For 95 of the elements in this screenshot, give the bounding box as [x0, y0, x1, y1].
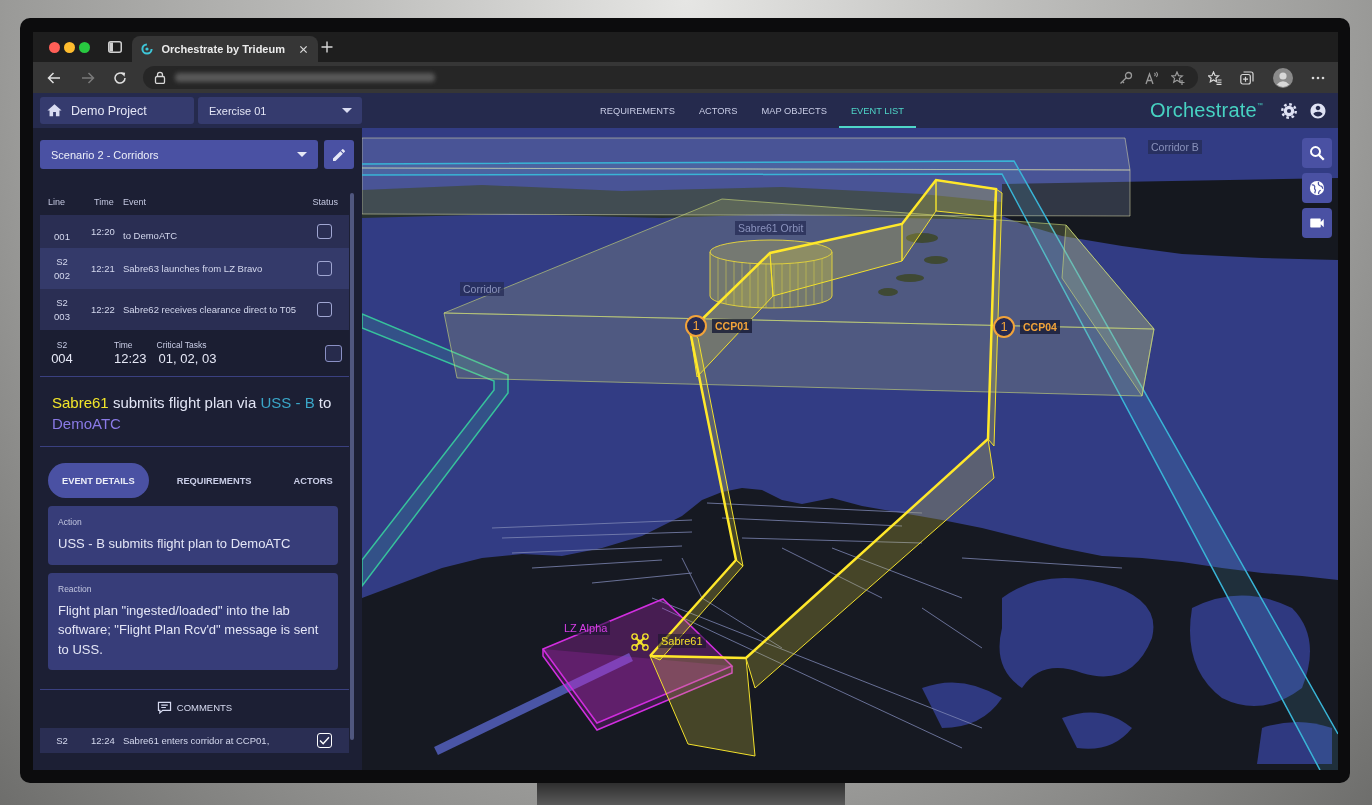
pencil-icon	[331, 146, 347, 163]
nav-tab[interactable]: ACTORS	[686, 93, 750, 128]
detail-tab[interactable]: ACTORS	[279, 463, 346, 498]
app-logo: Orchestrate$^{™}$	[1150, 99, 1263, 122]
detail-tab[interactable]: EVENT DETAILS	[48, 463, 149, 498]
map-area-label: Sabre61 Orbit	[735, 221, 807, 235]
add-favorite-icon[interactable]	[1171, 70, 1185, 85]
globe-icon	[1308, 179, 1326, 197]
nav-tab[interactable]: MAP OBJECTS	[749, 93, 839, 128]
lock-icon	[154, 71, 166, 84]
status-checkbox[interactable]	[317, 302, 332, 317]
event-text: Sabre61 enters corridor at CCP01,	[123, 734, 271, 747]
event-row[interactable]: S2 003 12:22 Sabre62 receives clearance direct to T05	[40, 289, 349, 330]
scenario-code: S2	[56, 339, 68, 351]
maximize-window-icon[interactable]	[78, 41, 90, 53]
edit-button[interactable]	[324, 140, 354, 169]
home-icon	[46, 102, 63, 119]
event-time: 12:22	[90, 304, 116, 315]
field-label: Action	[58, 516, 83, 528]
status-checkbox[interactable]	[325, 344, 342, 362]
status-checkbox[interactable]	[317, 261, 332, 276]
line-number: 004	[51, 350, 73, 367]
aircraft-label: Sabre61	[658, 634, 706, 648]
tab-title: Orchestrate by Trideum	[161, 43, 285, 55]
minimize-window-icon[interactable]	[63, 41, 75, 53]
sidebar-toggle-icon[interactable]	[107, 41, 122, 53]
map-globe-button[interactable]	[1302, 173, 1332, 203]
event-text: to DemoATC	[123, 230, 179, 243]
column-header: Line	[48, 197, 66, 207]
event-time: 12:20	[90, 226, 116, 237]
detail-tab[interactable]: REQUIREMENTS	[162, 463, 266, 498]
event-row[interactable]: 001 12:20 to DemoATC	[40, 215, 349, 248]
forward-icon[interactable]	[81, 70, 95, 85]
comments-button[interactable]: COMMENTS	[40, 689, 349, 724]
row-field-label: Time	[114, 339, 134, 351]
column-header: Event	[123, 197, 147, 207]
field-value: Flight plan "ingested/loaded" into the lab software; "Flight Plan Rcv'd" message is sent to USS.	[58, 601, 320, 659]
read-aloud-icon[interactable]	[1145, 70, 1159, 85]
favorites-icon[interactable]	[1208, 70, 1222, 85]
row-field-value: 12:23	[114, 350, 147, 367]
event-time: 12:24	[90, 735, 116, 746]
caret-icon	[342, 108, 352, 113]
waypoint-marker[interactable]: 1	[993, 316, 1015, 338]
line-number: S2	[55, 733, 69, 748]
exercise-dropdown[interactable]: Exercise 01	[198, 97, 362, 124]
event-time: 12:21	[90, 263, 116, 274]
status-checkbox[interactable]	[317, 224, 332, 239]
column-header: Time	[94, 197, 115, 207]
map-camera-button[interactable]	[1302, 208, 1332, 238]
row-field-value: 01, 02, 03	[157, 350, 217, 367]
search-icon	[1308, 144, 1326, 162]
row-field-label: Critical Tasks	[156, 339, 208, 351]
waypoint-label: CCP04	[1020, 320, 1060, 334]
close-window-icon[interactable]	[48, 41, 60, 53]
close-icon[interactable]	[298, 44, 308, 54]
comment-icon	[156, 700, 172, 714]
app-logo-icon	[140, 43, 153, 55]
waypoint-marker[interactable]: 1	[685, 315, 707, 337]
back-icon[interactable]	[47, 70, 61, 85]
profile-avatar-icon[interactable]	[1273, 67, 1293, 88]
event-text: Sabre62 receives clearance direct to T05	[123, 303, 298, 316]
line-number: 001	[53, 230, 71, 244]
collections-icon[interactable]	[1240, 70, 1254, 85]
drone-icon[interactable]	[631, 633, 649, 651]
check-icon	[319, 736, 330, 745]
scenario-dropdown[interactable]: Scenario 2 - Corridors	[40, 140, 318, 169]
event-description: Sabre61 submits flight plan via USS - B to DemoATC	[40, 377, 349, 447]
island	[924, 256, 948, 264]
new-tab-icon[interactable]	[320, 41, 333, 53]
event-text: Sabre63 launches from LZ Bravo	[123, 262, 264, 275]
map-area-label: Corridor	[460, 282, 504, 296]
settings-icon[interactable]	[1280, 101, 1298, 120]
water-inlet	[1062, 712, 1132, 749]
island	[906, 233, 938, 243]
scrollbar[interactable]	[350, 193, 354, 740]
island	[878, 288, 898, 296]
event-row[interactable]: S2 002 12:21 Sabre63 launches from LZ Bravo	[40, 248, 349, 289]
landing-zone-label: LZ Alpha	[561, 621, 611, 635]
reload-icon[interactable]	[113, 70, 127, 85]
account-icon[interactable]	[1309, 101, 1327, 120]
browser-tab[interactable]: Orchestrate by Trideum	[131, 36, 318, 62]
key-icon[interactable]	[1119, 70, 1133, 85]
line-number: S2 003	[53, 295, 71, 324]
nav-tab[interactable]: REQUIREMENTS	[588, 93, 687, 128]
event-row[interactable]: S2 12:24 Sabre61 enters corridor at CCP01,	[40, 728, 349, 753]
map-search-button[interactable]	[1302, 138, 1332, 168]
waypoint-label: CCP01	[712, 319, 752, 333]
field-label: Reaction	[58, 582, 93, 595]
caret-icon	[297, 152, 307, 157]
island	[896, 274, 924, 282]
project-button[interactable]: Demo Project	[40, 97, 194, 124]
column-header: Status	[312, 197, 338, 207]
field-value: USS - B submits flight plan to DemoATC	[58, 535, 292, 553]
map-area-label: Corridor B	[1148, 140, 1202, 154]
line-number: S2 002	[53, 254, 71, 283]
